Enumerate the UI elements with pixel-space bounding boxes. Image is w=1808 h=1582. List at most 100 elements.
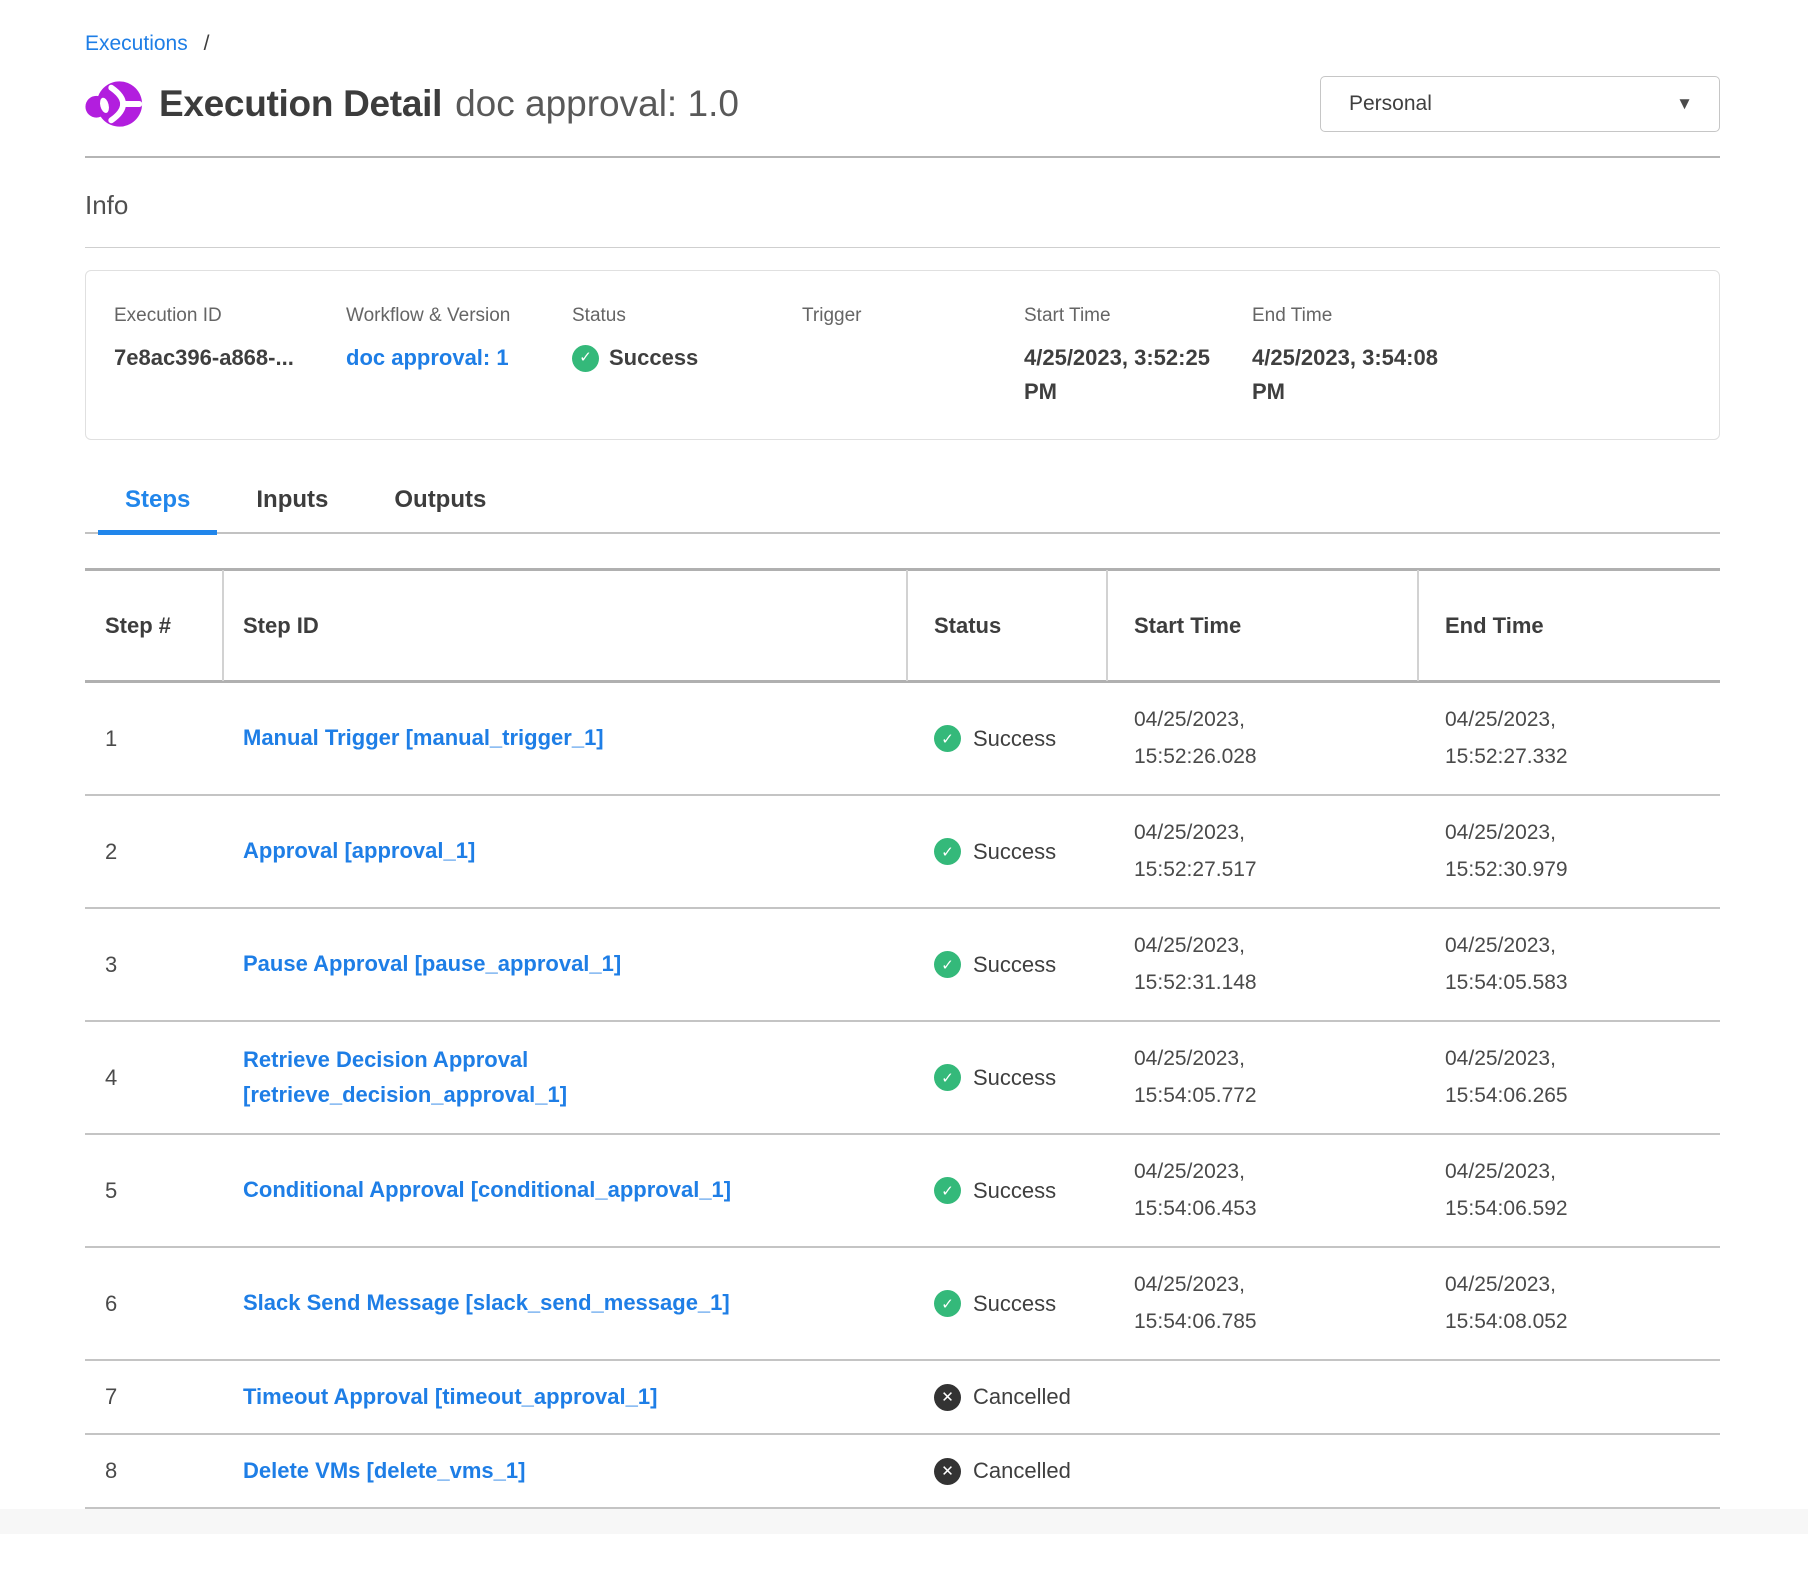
status-icon [934,1290,961,1317]
step-end-time-cell: 04/25/2023, 15:52:27.332 [1417,702,1720,774]
table-header-row: Step # Step ID Status Start Time End Tim… [85,568,1720,683]
tab-outputs[interactable]: Outputs [367,486,513,532]
step-number-cell: 5 [85,1178,222,1204]
table-row: 3 Pause Approval [pause_approval_1] Succ… [85,909,1720,1022]
column-header-start-time: Start Time [1106,610,1417,642]
status-icon [934,1177,961,1204]
workspace-selector-value: Personal [1349,92,1432,116]
table-row: 8 Delete VMs [delete_vms_1] Cancelled [85,1435,1720,1509]
step-id-link[interactable]: Timeout Approval [timeout_approval_1] [243,1380,657,1414]
status-text: Success [973,726,1056,752]
table-row: 6 Slack Send Message [slack_send_message… [85,1248,1720,1361]
step-start-time-cell: 04/25/2023, 15:54:06.785 [1106,1267,1417,1339]
workflow-logo-icon [85,78,143,130]
step-start-time-cell [1106,1453,1417,1489]
step-status-cell: Success [906,1064,1106,1091]
info-card: Execution ID 7e8ac396-a868-... Workflow … [85,270,1720,440]
step-status-cell: Cancelled [906,1384,1106,1411]
end-time-value: 4/25/2023, 3:54:08 PM [1252,341,1452,409]
step-id-cell: Timeout Approval [timeout_approval_1] [222,1380,906,1414]
step-start-time-cell: 04/25/2023, 15:52:31.148 [1106,928,1417,1000]
status-text: Success [973,1291,1056,1317]
status-text: Success [973,1065,1056,1091]
step-number-cell: 1 [85,726,222,752]
step-id-cell: Slack Send Message [slack_send_message_1… [222,1286,906,1320]
bottom-strip [0,1509,1808,1534]
page-subtitle: doc approval: 1.0 [455,83,739,125]
chevron-down-icon: ▼ [1676,94,1693,114]
step-status-cell: Success [906,1177,1106,1204]
success-status-icon [572,345,599,372]
steps-table: Step # Step ID Status Start Time End Tim… [85,568,1720,1509]
info-section-title: Info [85,190,1720,221]
status-icon [934,725,961,752]
page-content: Executions / Execution Detail doc approv… [85,0,1720,1509]
status-icon [934,838,961,865]
step-id-link[interactable]: Slack Send Message [slack_send_message_1… [243,1286,730,1320]
info-field-start-time: Start Time 4/25/2023, 3:52:25 PM [1024,305,1252,439]
step-id-cell: Delete VMs [delete_vms_1] [222,1454,906,1488]
step-end-time-cell: 04/25/2023, 15:54:06.265 [1417,1041,1720,1113]
column-header-step-id: Step ID [222,610,906,642]
step-id-cell: Retrieve Decision Approval [retrieve_dec… [222,1043,906,1111]
step-number-cell: 2 [85,839,222,865]
step-end-time-cell [1417,1379,1720,1415]
status-text: Cancelled [973,1458,1071,1484]
table-row: 4 Retrieve Decision Approval [retrieve_d… [85,1022,1720,1135]
execution-id-value: 7e8ac396-a868-... [114,341,346,375]
step-status-cell: Success [906,725,1106,752]
step-id-cell: Pause Approval [pause_approval_1] [222,947,906,981]
step-id-link[interactable]: Pause Approval [pause_approval_1] [243,947,621,981]
info-field-trigger: Trigger [802,305,1024,439]
step-id-link[interactable]: Manual Trigger [manual_trigger_1] [243,721,604,755]
step-status-cell: Success [906,951,1106,978]
step-id-cell: Conditional Approval [conditional_approv… [222,1173,906,1207]
step-id-link[interactable]: Delete VMs [delete_vms_1] [243,1454,525,1488]
info-divider [85,247,1720,248]
info-field-execution-id: Execution ID 7e8ac396-a868-... [114,305,346,439]
step-start-time-cell: 04/25/2023, 15:52:27.517 [1106,815,1417,887]
column-header-end-time: End Time [1417,610,1720,642]
step-id-cell: Manual Trigger [manual_trigger_1] [222,721,906,755]
step-number-cell: 6 [85,1291,222,1317]
page-header: Execution Detail doc approval: 1.0 Perso… [85,76,1720,132]
workflow-version-link[interactable]: doc approval: 1 [346,345,509,370]
status-icon [934,1064,961,1091]
step-status-cell: Success [906,838,1106,865]
breadcrumb-separator: / [204,32,210,55]
breadcrumb-executions-link[interactable]: Executions [85,32,188,55]
start-time-value: 4/25/2023, 3:52:25 PM [1024,341,1224,409]
step-start-time-cell [1106,1379,1417,1415]
step-number-cell: 3 [85,952,222,978]
page-title: Execution Detail [159,83,442,125]
step-id-cell: Approval [approval_1] [222,834,906,868]
info-field-end-time: End Time 4/25/2023, 3:54:08 PM [1252,305,1719,439]
step-end-time-cell: 04/25/2023, 15:52:30.979 [1417,815,1720,887]
step-end-time-cell: 04/25/2023, 15:54:06.592 [1417,1154,1720,1226]
status-icon [934,951,961,978]
step-status-cell: Success [906,1290,1106,1317]
status-text: Success [973,952,1056,978]
step-end-time-cell: 04/25/2023, 15:54:05.583 [1417,928,1720,1000]
step-end-time-cell [1417,1453,1720,1489]
tab-inputs[interactable]: Inputs [229,486,355,532]
step-start-time-cell: 04/25/2023, 15:54:05.772 [1106,1041,1417,1113]
step-id-link[interactable]: Retrieve Decision Approval [retrieve_dec… [243,1043,803,1111]
info-field-workflow-version: Workflow & Version doc approval: 1 [346,305,572,439]
workspace-selector[interactable]: Personal ▼ [1320,76,1720,132]
status-text: Success [973,1178,1056,1204]
table-body: 1 Manual Trigger [manual_trigger_1] Succ… [85,683,1720,1509]
step-end-time-cell: 04/25/2023, 15:54:08.052 [1417,1267,1720,1339]
tab-steps[interactable]: Steps [98,486,217,532]
step-number-cell: 8 [85,1458,222,1484]
status-value: Success [609,341,698,375]
step-id-link[interactable]: Conditional Approval [conditional_approv… [243,1173,731,1207]
info-field-status: Status Success [572,305,802,439]
breadcrumb: Executions / [85,0,1720,56]
step-start-time-cell: 04/25/2023, 15:52:26.028 [1106,702,1417,774]
status-text: Cancelled [973,1384,1071,1410]
table-row: 2 Approval [approval_1] Success 04/25/20… [85,796,1720,909]
column-header-step-number: Step # [85,610,222,642]
step-id-link[interactable]: Approval [approval_1] [243,834,475,868]
step-number-cell: 7 [85,1384,222,1410]
